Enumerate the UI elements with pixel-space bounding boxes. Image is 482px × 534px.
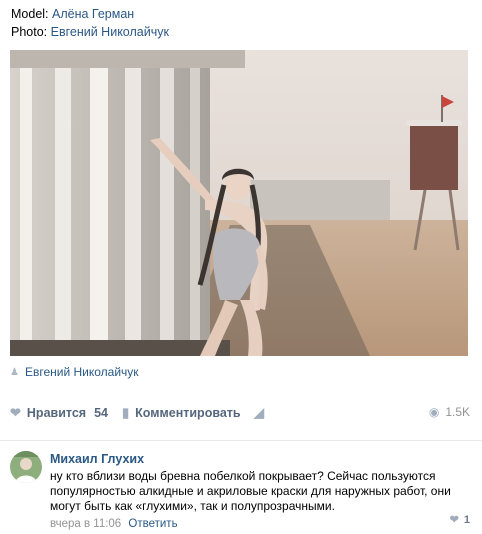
- avatar[interactable]: [10, 451, 42, 483]
- comment-meta: вчера в 11:06 Ответить: [50, 518, 460, 530]
- post-photo[interactable]: [10, 50, 468, 356]
- model-label: Model:: [11, 7, 49, 21]
- avatar-image: [10, 451, 42, 483]
- like-button[interactable]: ❤ Нравится 54: [10, 405, 108, 421]
- model-link[interactable]: Алёна Герман: [52, 7, 134, 21]
- like-count: 54: [94, 406, 108, 420]
- comment-time[interactable]: вчера в 11:06: [50, 518, 121, 530]
- comment-text: ну кто вблизи воды бревна побелкой покры…: [50, 469, 451, 513]
- heart-icon: ❤: [10, 405, 21, 420]
- comment-like-count: 1: [463, 513, 470, 526]
- eye-icon: ◉: [428, 405, 440, 419]
- views-count: 1.5K: [445, 405, 470, 419]
- comment-label: Комментировать: [135, 406, 241, 420]
- post-actions: ❤ Нравится 54 ▮ Комментировать ◢ ◉ 1.5K: [10, 405, 470, 427]
- photo-label: Photo:: [11, 25, 48, 39]
- divider: [0, 440, 482, 441]
- photographer-link[interactable]: Евгений Николайчук: [51, 25, 169, 39]
- like-label: Нравится: [26, 406, 87, 420]
- photo-author[interactable]: ♟ Евгений Николайчук: [10, 365, 139, 379]
- caption-photo: Photo: Евгений Николайчук: [11, 24, 169, 40]
- caption-model: Model: Алёна Герман: [11, 6, 134, 22]
- share-button[interactable]: ◢: [254, 405, 264, 421]
- reply-button[interactable]: Ответить: [128, 518, 177, 530]
- comment-author[interactable]: Михаил Глухих: [50, 451, 460, 467]
- beach-photo-illustration: [10, 50, 468, 356]
- share-megaphone-icon: ◢: [254, 405, 264, 420]
- comment-like-button[interactable]: ❤ 1: [449, 513, 470, 527]
- comment-button[interactable]: ▮ Комментировать: [122, 405, 241, 421]
- person-icon: ♟: [10, 366, 19, 378]
- comment-body: Михаил Глухих ну кто вблизи воды бревна …: [50, 451, 460, 530]
- views-counter: ◉ 1.5K: [429, 405, 470, 419]
- photo-author-name: Евгений Николайчук: [24, 365, 139, 379]
- comment-icon: ▮: [122, 405, 130, 420]
- heart-icon: ❤: [449, 514, 459, 526]
